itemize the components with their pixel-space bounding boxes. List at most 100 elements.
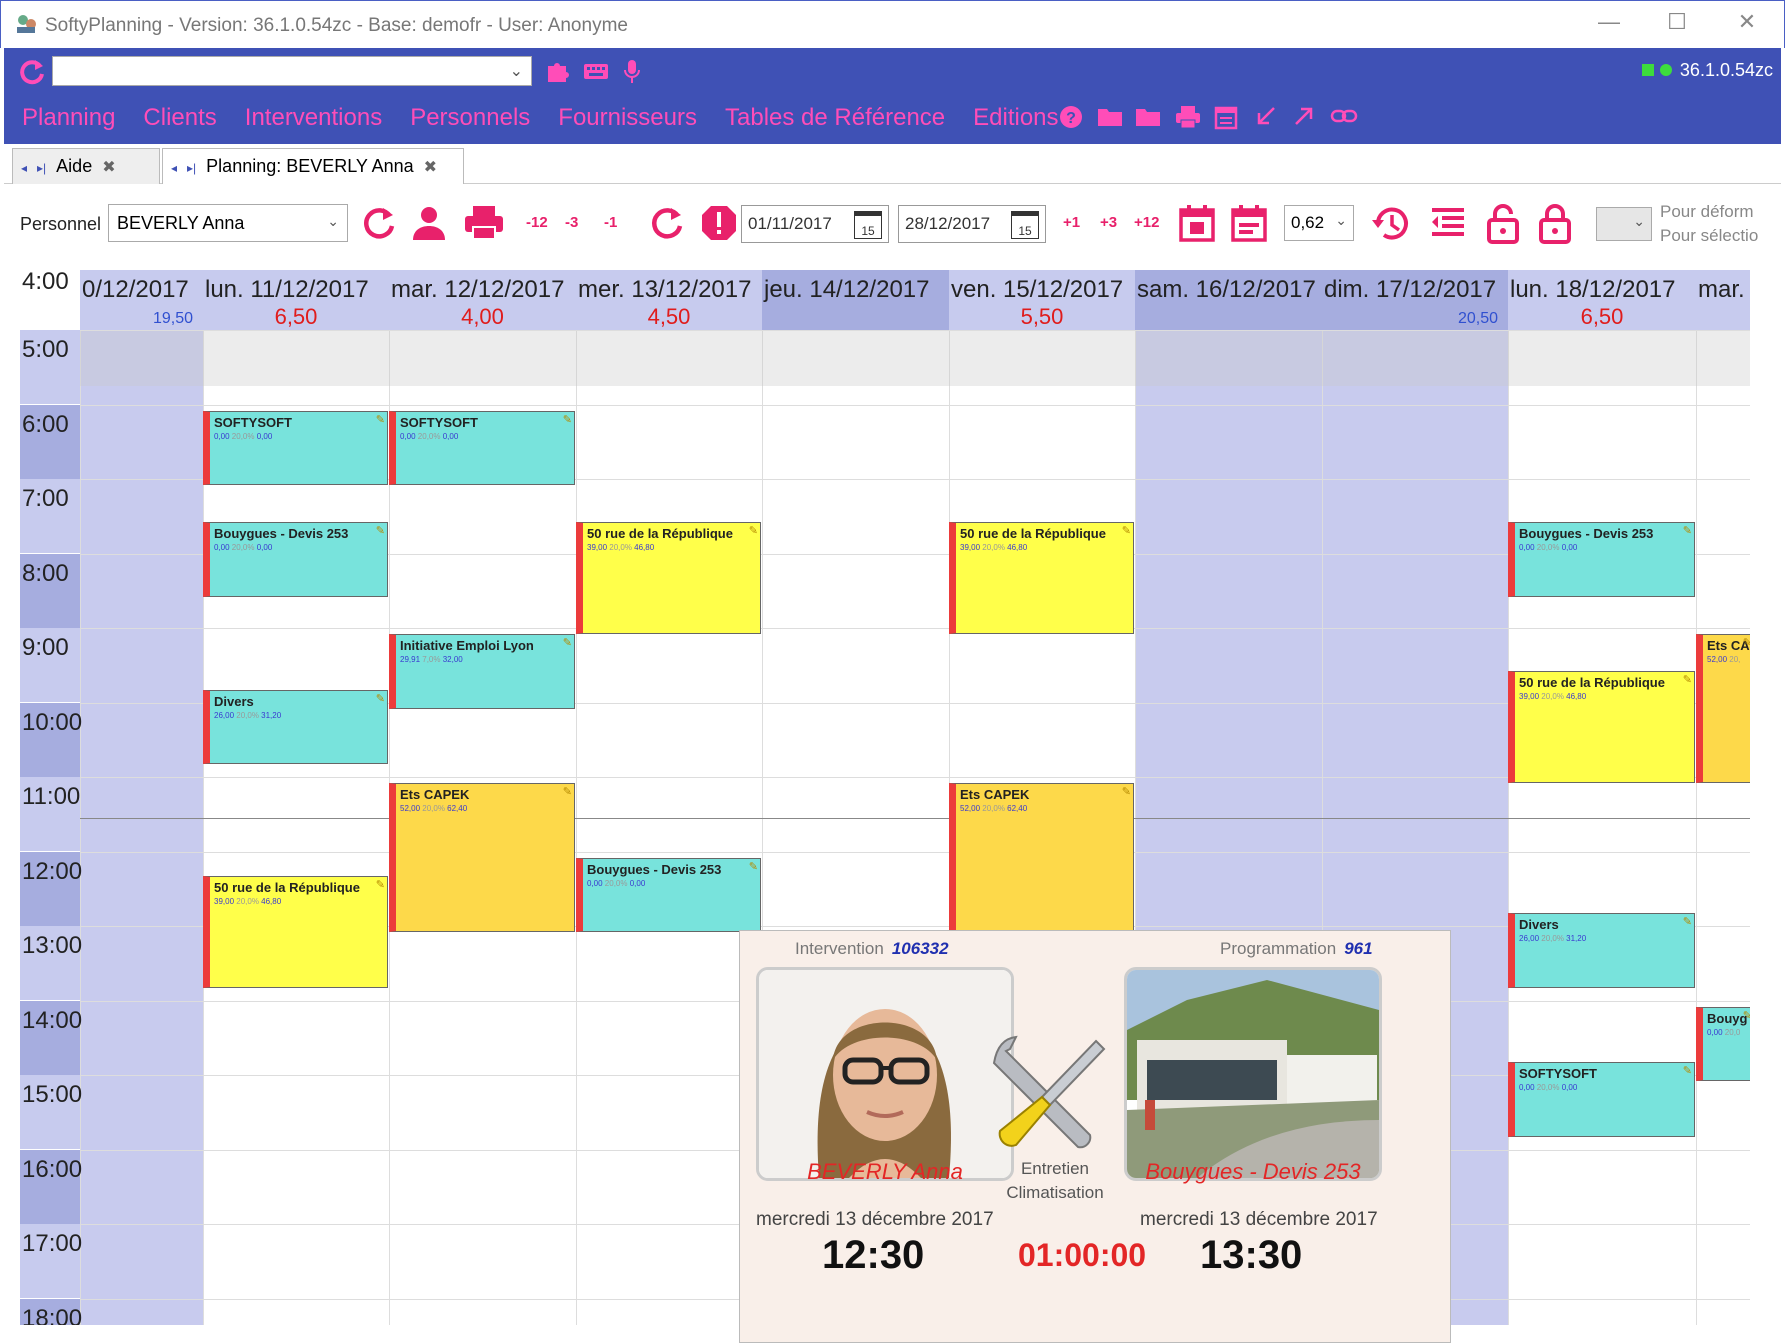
day-header[interactable]: ven. 15/12/2017 5,50: [949, 270, 1135, 330]
indent-list-icon[interactable]: [1428, 204, 1468, 242]
command-combo[interactable]: ⌄: [52, 56, 532, 86]
menu-fournisseurs[interactable]: Fournisseurs: [558, 100, 697, 136]
day-header[interactable]: lun. 18/12/2017 6,50: [1508, 270, 1696, 330]
day-header[interactable]: sam. 16/12/2017: [1135, 270, 1322, 330]
day-header[interactable]: dim. 17/12/2017 20,50: [1322, 270, 1508, 330]
plus-3-button[interactable]: +3: [1100, 214, 1117, 231]
amount-ht: 0,00: [587, 878, 605, 888]
minimize-button[interactable]: —: [1589, 9, 1629, 35]
hour-label: 4:00: [20, 270, 80, 322]
appointment-block[interactable]: SOFTYSOFT 0,00 20,0% 0,00 ✎: [389, 410, 575, 485]
unlock-icon[interactable]: [1486, 204, 1520, 244]
plus-1-button[interactable]: +1: [1063, 214, 1080, 231]
appointment-values: 52,00 20,0% 62,40: [960, 804, 1129, 814]
appointment-block[interactable]: Ets CA52,00 20, ✎: [1696, 634, 1750, 783]
calendar-icon[interactable]: 15: [1011, 211, 1039, 239]
day-header[interactable]: mar. 12/12/2017 4,00: [389, 270, 576, 330]
appointment-block[interactable]: 50 rue de la République 39,00 20,0% 46,80…: [203, 876, 388, 988]
microphone-icon[interactable]: [622, 58, 642, 86]
folder-open-icon[interactable]: [1134, 104, 1162, 128]
appointment-block[interactable]: SOFTYSOFT 0,00 20,0% 0,00 ✎: [1508, 1062, 1695, 1137]
plus-12-button[interactable]: +12: [1134, 214, 1159, 231]
appointment-block[interactable]: SOFTYSOFT 0,00 20,0% 0,00 ✎: [203, 410, 388, 485]
link-icon[interactable]: [1330, 104, 1358, 128]
appointment-block[interactable]: Initiative Emploi Lyon 29,91 7,0% 32,00 ✎: [389, 634, 575, 709]
keyboard-icon[interactable]: [582, 58, 610, 84]
reload-icon[interactable]: [648, 204, 686, 242]
maximize-button[interactable]: ☐: [1657, 9, 1697, 35]
date-from-field[interactable]: 01/11/2017 15: [741, 205, 889, 243]
appointment-block[interactable]: Bouygues - Devis 253 0,00 20,0% 0,00 ✎: [203, 522, 388, 597]
secondary-select[interactable]: ⌄: [1596, 207, 1652, 241]
menu-interventions[interactable]: Interventions: [245, 100, 382, 136]
appointment-block[interactable]: Ets CAPEK 52,00 20,0% 62,40 ✎: [389, 783, 575, 932]
tab-planning[interactable]: ◂ ▸| Planning: BEVERLY Anna ✖: [162, 148, 464, 184]
tab-prev-icon[interactable]: ◂: [21, 161, 27, 175]
date-to-field[interactable]: 28/12/2017 15: [898, 205, 1046, 243]
appointment-block[interactable]: Bouygues - Devis 253 0,00 20,0% 0,00 ✎: [1508, 522, 1695, 597]
appointment-block[interactable]: 50 rue de la République 39,00 20,0% 46,80…: [576, 522, 761, 634]
amount-ttc: 0,00: [442, 431, 459, 441]
appointment-block[interactable]: Bouyg0,00 20,0 ✎: [1696, 1006, 1750, 1081]
calendar-icon[interactable]: 15: [854, 211, 882, 239]
amount-ttc: 46,80: [261, 897, 282, 907]
lock-icon[interactable]: [1538, 204, 1572, 244]
appointment-title: Bouygues - Devis 253: [214, 526, 349, 542]
menu-clients[interactable]: Clients: [143, 100, 216, 136]
intervention-label-text: Intervention: [795, 939, 884, 958]
day-header[interactable]: mer. 13/12/2017 4,50: [576, 270, 762, 330]
tab-prev-icon[interactable]: ◂: [171, 161, 177, 175]
calendar-list-icon[interactable]: [1214, 104, 1238, 130]
appointment-block[interactable]: Divers 26,00 20,0% 31,20 ✎: [203, 689, 388, 765]
minus-1-button[interactable]: -1: [604, 214, 617, 231]
amount-ttc: 62,40: [1007, 804, 1028, 813]
help-icon[interactable]: ?: [1058, 104, 1084, 130]
minus-12-button[interactable]: -12: [526, 214, 548, 231]
tab-last-icon[interactable]: ▸|: [37, 161, 46, 175]
day-header[interactable]: mar.: [1696, 270, 1750, 330]
history-icon[interactable]: [1370, 204, 1412, 244]
person-icon[interactable]: [410, 204, 448, 242]
refresh-icon[interactable]: [18, 58, 46, 86]
appointment-block[interactable]: Bouygues - Devis 253 0,00 20,0% 0,00 ✎: [576, 857, 761, 932]
tools-icon: ✎: [1121, 786, 1131, 798]
zoom-select[interactable]: 0,62 ⌄: [1284, 205, 1354, 241]
arrow-down-left-icon[interactable]: [1254, 104, 1278, 128]
menu-personnels[interactable]: Personnels: [410, 100, 530, 136]
close-button[interactable]: ✕: [1727, 9, 1767, 35]
chevron-down-icon: ⌄: [509, 63, 523, 80]
calendar-week-icon[interactable]: [1230, 204, 1268, 244]
day-header[interactable]: lun. 11/12/2017 6,50: [203, 270, 389, 330]
vat-rate: 20,0%: [417, 431, 443, 441]
day-header[interactable]: 0/12/2017 19,50: [80, 270, 203, 330]
print-icon[interactable]: [463, 204, 505, 242]
amount-ht: 26,00: [1519, 934, 1542, 944]
alert-icon[interactable]: [700, 204, 738, 242]
day-header[interactable]: jeu. 14/12/2017: [762, 270, 949, 330]
appointment-block[interactable]: Divers 26,00 20,0% 31,20 ✎: [1508, 913, 1695, 988]
refresh-icon[interactable]: [360, 204, 398, 242]
calendar-day-icon[interactable]: [1178, 204, 1216, 244]
amount-ht: 0,00: [1707, 1027, 1725, 1037]
tab-last-icon[interactable]: ▸|: [187, 161, 196, 175]
appointment-block[interactable]: Ets CAPEK 52,00 20,0% 62,40 ✎: [949, 783, 1134, 932]
print-icon[interactable]: [1174, 104, 1202, 130]
appointment-title: SOFTYSOFT: [1519, 1066, 1597, 1082]
puzzle-icon[interactable]: [544, 58, 570, 84]
appointment-block[interactable]: 50 rue de la République 39,00 20,0% 46,80…: [1508, 671, 1695, 783]
close-tab-icon[interactable]: ✖: [424, 159, 437, 176]
tab-aide[interactable]: ◂ ▸| Aide ✖: [12, 148, 160, 184]
client-photo: [1124, 967, 1382, 1181]
menu-planning[interactable]: Planning: [22, 100, 115, 136]
appointment-block[interactable]: 50 rue de la République 39,00 20,0% 46,80…: [949, 522, 1134, 634]
day-header-total: 4,50: [647, 304, 691, 329]
hour-gridline: [80, 628, 1750, 629]
menu-tables-reference[interactable]: Tables de Référence: [725, 100, 945, 136]
close-tab-icon[interactable]: ✖: [102, 159, 115, 176]
arrow-up-right-icon[interactable]: [1292, 104, 1316, 128]
tools-icon: ✎: [375, 692, 385, 705]
folder-icon[interactable]: [1096, 104, 1124, 128]
personnel-select[interactable]: BEVERLY Anna ⌄: [108, 204, 348, 242]
minus-3-button[interactable]: -3: [565, 214, 578, 231]
menu-editions[interactable]: Editions: [973, 100, 1058, 136]
